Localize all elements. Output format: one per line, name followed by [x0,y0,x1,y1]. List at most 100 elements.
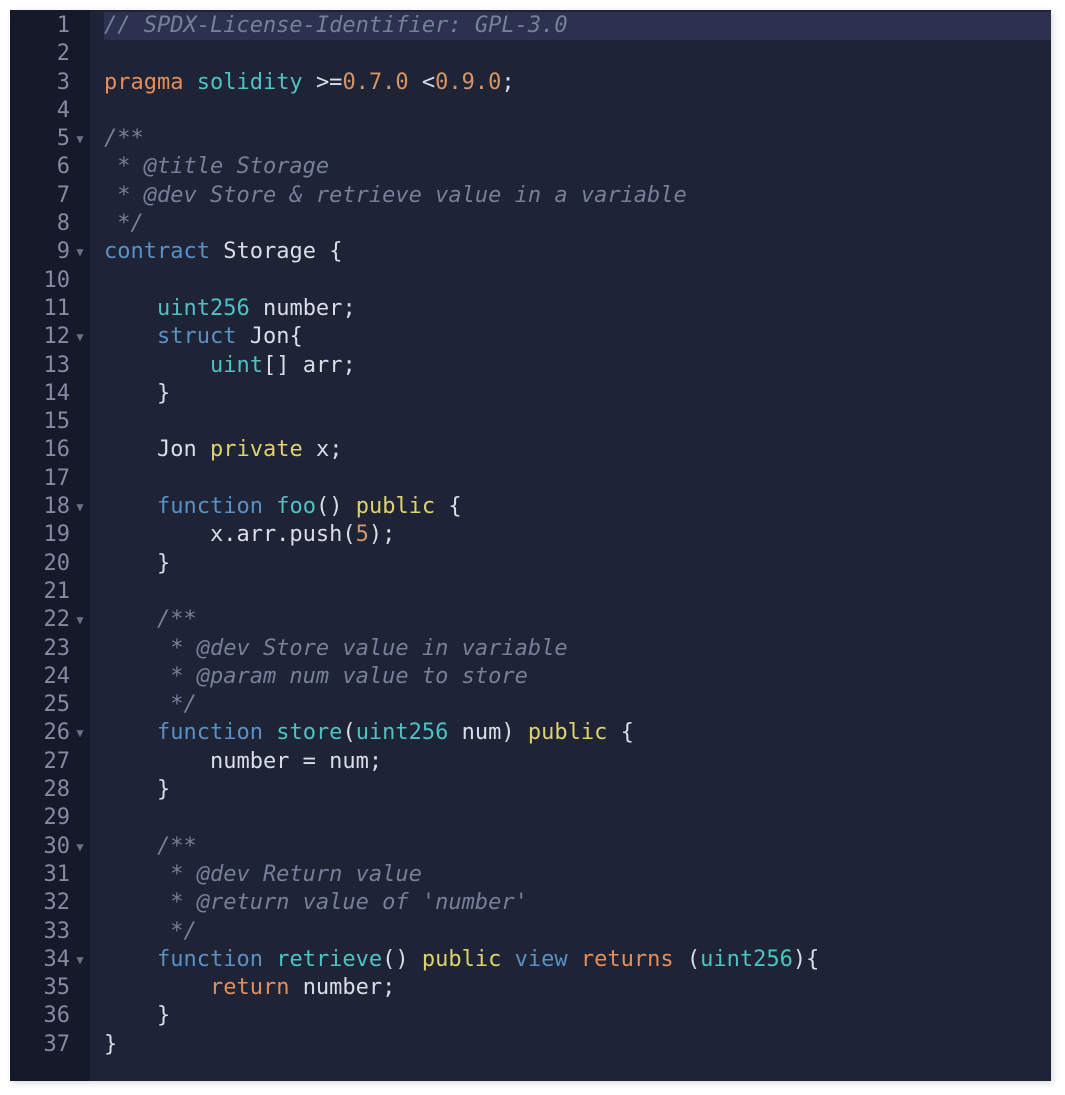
code-line[interactable]: } [104,1031,1051,1059]
code-line[interactable]: uint256 number; [104,295,1051,323]
code-line[interactable]: * @return value of 'number' [104,889,1051,917]
line-number[interactable]: 7▼ [10,182,86,210]
fold-toggle-icon[interactable]: ▼ [74,125,86,153]
line-number[interactable]: 32▼ [10,889,86,917]
line-number[interactable]: 30▼ [10,833,86,861]
line-number[interactable]: 37▼ [10,1031,86,1059]
line-number[interactable]: 16▼ [10,436,86,464]
code-line[interactable] [104,40,1051,68]
line-number[interactable]: 23▼ [10,635,86,663]
line-number[interactable]: 36▼ [10,1002,86,1030]
fold-toggle-icon[interactable]: ▼ [74,493,86,521]
line-number[interactable]: 15▼ [10,408,86,436]
line-number[interactable]: 35▼ [10,974,86,1002]
line-number-text: 2 [36,40,74,68]
code-line[interactable]: function store(uint256 num) public { [104,719,1051,747]
code-editor[interactable]: 1▼2▼3▼4▼5▼6▼7▼8▼9▼10▼11▼12▼13▼14▼15▼16▼1… [10,10,1051,1081]
code-line[interactable]: Jon private x; [104,436,1051,464]
line-number-text: 7 [36,182,74,210]
code-line[interactable]: * @dev Store value in variable [104,635,1051,663]
line-number[interactable]: 12▼ [10,323,86,351]
line-number[interactable]: 3▼ [10,69,86,97]
line-number[interactable]: 27▼ [10,748,86,776]
line-number[interactable]: 10▼ [10,267,86,295]
code-line[interactable] [104,97,1051,125]
code-line[interactable]: function retrieve() public view returns … [104,946,1051,974]
code-line[interactable] [104,408,1051,436]
line-number-text: 19 [36,521,74,549]
code-line[interactable]: } [104,776,1051,804]
code-line[interactable]: */ [104,691,1051,719]
code-line[interactable]: * @title Storage [104,153,1051,181]
line-number[interactable]: 11▼ [10,295,86,323]
fold-toggle-icon[interactable]: ▼ [74,606,86,634]
code-line[interactable] [104,578,1051,606]
code-line[interactable]: function foo() public { [104,493,1051,521]
code-token: 0.9.0 [435,70,501,95]
code-line[interactable]: /** [104,125,1051,153]
line-number[interactable]: 28▼ [10,776,86,804]
code-line[interactable]: x.arr.push(5); [104,521,1051,549]
code-line[interactable]: return number; [104,974,1051,1002]
line-number-gutter[interactable]: 1▼2▼3▼4▼5▼6▼7▼8▼9▼10▼11▼12▼13▼14▼15▼16▼1… [10,10,90,1081]
line-number[interactable]: 33▼ [10,918,86,946]
line-number[interactable]: 1▼ [10,12,86,40]
code-line[interactable] [104,465,1051,493]
code-line[interactable]: } [104,380,1051,408]
code-line[interactable]: /** [104,606,1051,634]
line-number[interactable]: 26▼ [10,719,86,747]
line-number[interactable]: 2▼ [10,40,86,68]
code-line[interactable]: pragma solidity >=0.7.0 <0.9.0; [104,69,1051,97]
line-number[interactable]: 20▼ [10,550,86,578]
code-line[interactable] [104,267,1051,295]
fold-toggle-icon[interactable]: ▼ [74,238,86,266]
line-number[interactable]: 24▼ [10,663,86,691]
code-line[interactable]: } [104,550,1051,578]
code-line[interactable]: /** [104,833,1051,861]
code-token: uint [210,353,263,378]
line-number[interactable]: 4▼ [10,97,86,125]
code-area[interactable]: // SPDX-License-Identifier: GPL-3.0 pragm… [90,10,1051,1081]
code-token: ; [501,70,514,95]
line-number[interactable]: 9▼ [10,238,86,266]
line-number-text: 20 [36,550,74,578]
code-token [104,947,157,972]
code-line[interactable]: struct Jon{ [104,323,1051,351]
line-number[interactable]: 17▼ [10,465,86,493]
code-line[interactable]: uint[] arr; [104,352,1051,380]
fold-toggle-icon[interactable]: ▼ [74,833,86,861]
code-line[interactable]: number = num; [104,748,1051,776]
line-number[interactable]: 29▼ [10,804,86,832]
code-line[interactable]: * @dev Store & retrieve value in a varia… [104,182,1051,210]
line-number[interactable]: 6▼ [10,153,86,181]
code-token: { [329,239,342,264]
code-line[interactable]: * @param num value to store [104,663,1051,691]
code-token: * @param num value to store [104,664,528,689]
fold-toggle-icon[interactable]: ▼ [74,719,86,747]
code-token: x [316,437,329,462]
code-token: } [104,777,170,802]
line-number[interactable]: 22▼ [10,606,86,634]
code-line[interactable]: // SPDX-License-Identifier: GPL-3.0 [104,12,1051,40]
line-number[interactable]: 5▼ [10,125,86,153]
code-line[interactable]: */ [104,210,1051,238]
code-line[interactable]: } [104,1002,1051,1030]
line-number[interactable]: 18▼ [10,493,86,521]
line-number[interactable]: 8▼ [10,210,86,238]
line-number[interactable]: 34▼ [10,946,86,974]
code-line[interactable]: */ [104,918,1051,946]
line-number[interactable]: 31▼ [10,861,86,889]
code-line[interactable] [104,804,1051,832]
line-number[interactable]: 13▼ [10,352,86,380]
code-token: * @return value of 'number' [104,890,528,915]
code-line[interactable]: contract Storage { [104,238,1051,266]
code-token: * @title Storage [104,154,329,179]
line-number[interactable]: 25▼ [10,691,86,719]
line-number[interactable]: 19▼ [10,521,86,549]
line-number[interactable]: 21▼ [10,578,86,606]
line-number[interactable]: 14▼ [10,380,86,408]
fold-toggle-icon[interactable]: ▼ [74,323,86,351]
fold-toggle-icon[interactable]: ▼ [74,946,86,974]
code-token: ) [501,720,528,745]
code-line[interactable]: * @dev Return value [104,861,1051,889]
